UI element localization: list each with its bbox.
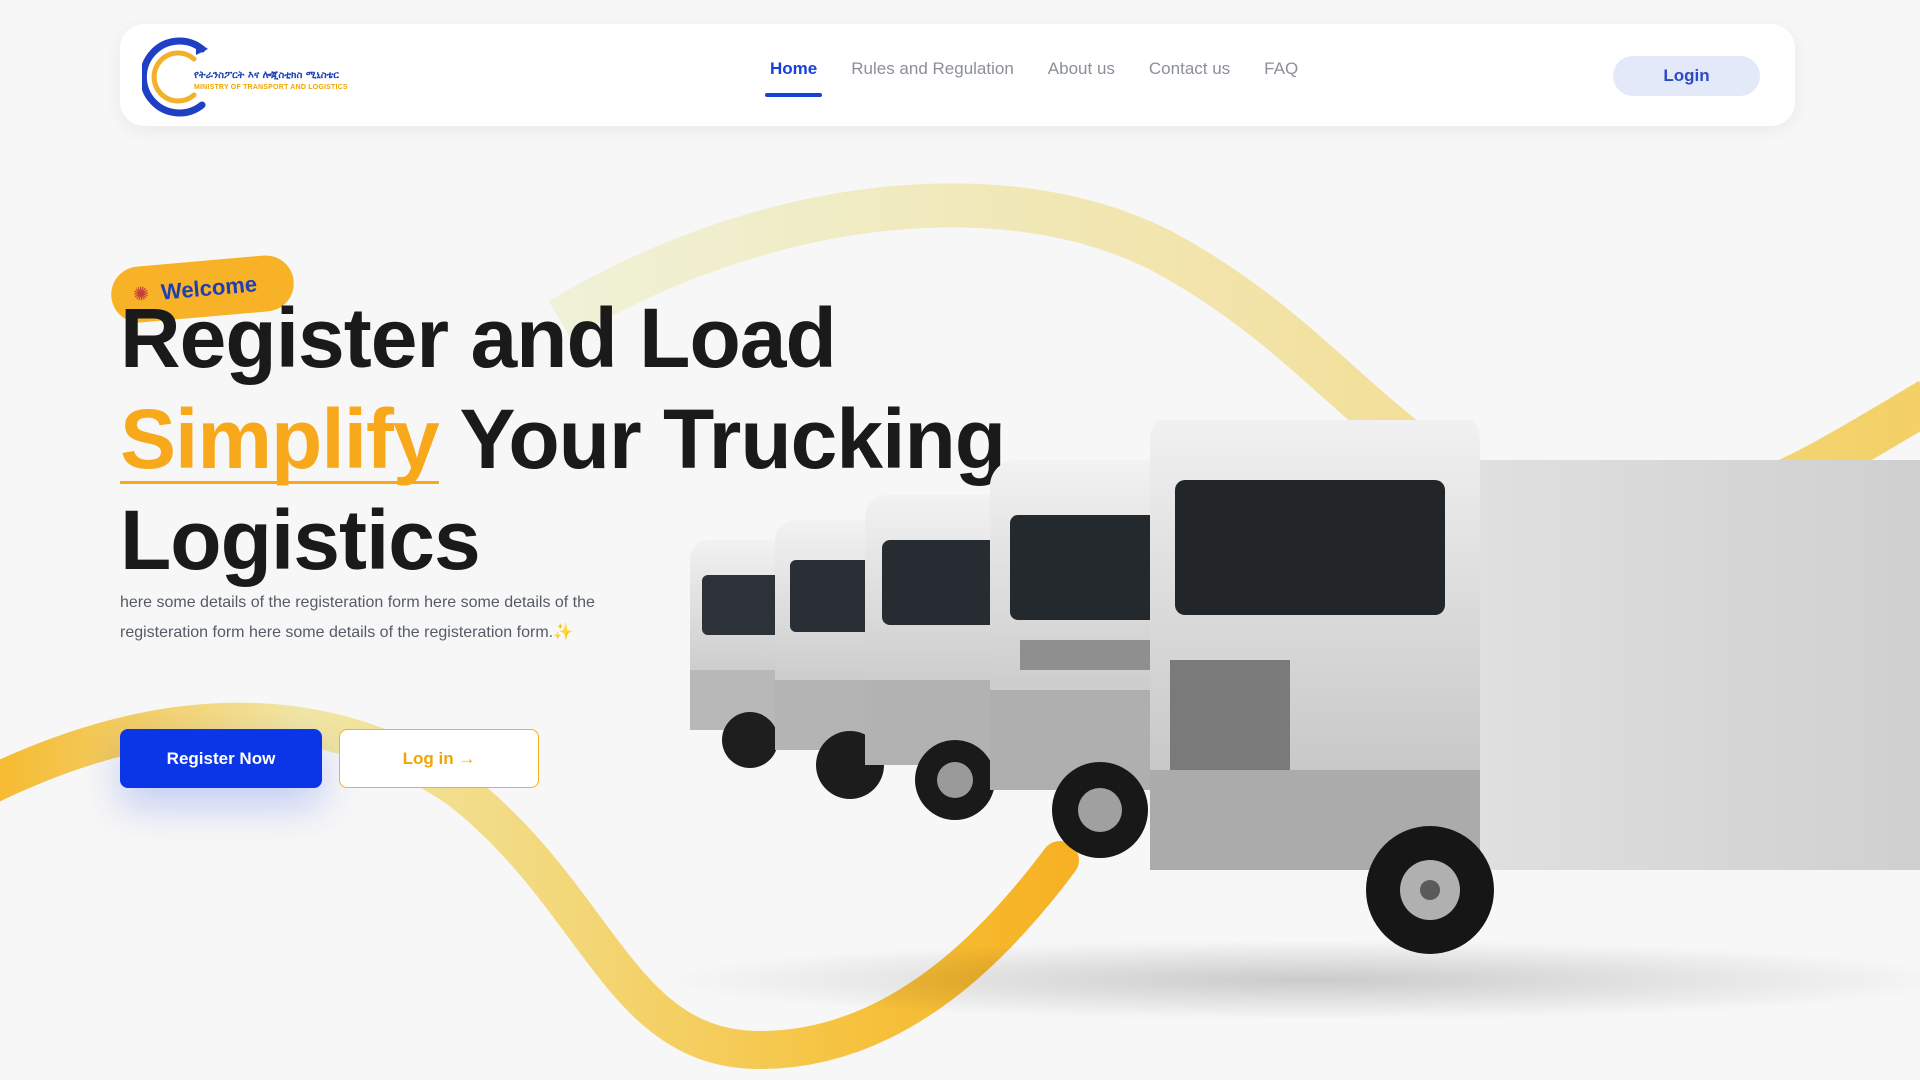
nav-rules-and-regulation[interactable]: Rules and Regulation <box>851 59 1014 79</box>
nav-home-label: Home <box>770 59 818 78</box>
headline-line-1: Register and Load <box>120 291 837 385</box>
nav-links: Home Rules and Regulation About us Conta… <box>765 24 1332 126</box>
register-now-button[interactable]: Register Now <box>120 729 322 788</box>
hero-login-button[interactable]: Log in → <box>339 729 539 788</box>
nav-login-button[interactable]: Login <box>1613 56 1760 96</box>
nav-active-indicator <box>765 93 823 97</box>
nav-contact-us[interactable]: Contact us <box>1149 59 1230 79</box>
headline-highlight: Simplify <box>120 392 440 486</box>
top-navbar: የትራንስፖርት እና ሎጂስቲክስ ሚኒስቴር MINISTRY OF TRA… <box>120 24 1795 126</box>
nav-home[interactable]: Home <box>765 59 823 97</box>
sparkles-icon: ✨ <box>553 624 574 641</box>
ministry-logo[interactable]: የትራንስፖርት እና ሎጂስቲክስ ሚኒስቴር MINISTRY OF TRA… <box>139 33 348 121</box>
nav-faq[interactable]: FAQ <box>1264 59 1298 79</box>
nav-about-us[interactable]: About us <box>1048 59 1115 79</box>
trucks-fleet-image <box>660 420 1920 1020</box>
logo-text-english: MINISTRY OF TRANSPORT AND LOGISTICS <box>194 84 348 91</box>
logo-text-amharic: የትራንስፖርት እና ሎጂስቲክስ ሚኒስቴር <box>194 70 339 81</box>
hero-description-text: here some details of the registeration f… <box>120 594 595 641</box>
hero-description: here some details of the registeration f… <box>120 588 680 648</box>
